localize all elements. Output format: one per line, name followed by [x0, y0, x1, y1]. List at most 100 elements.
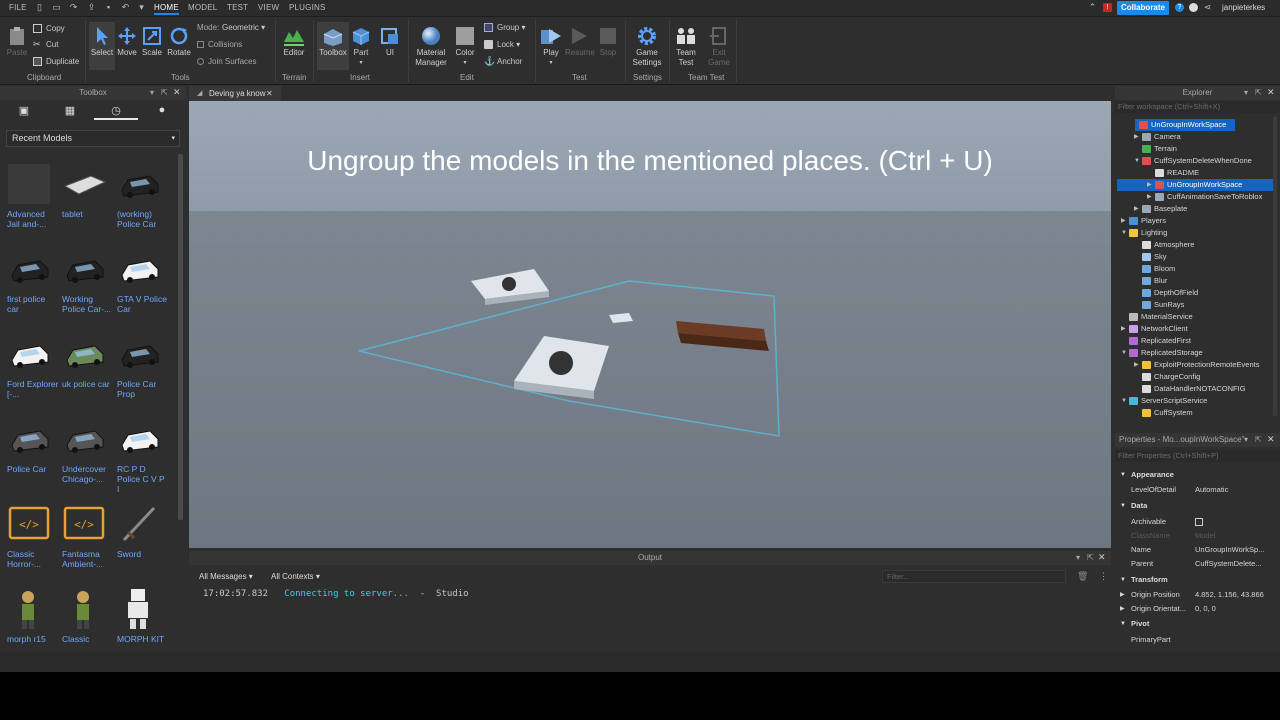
explorer-tree-row[interactable]: ▼ ServerScriptService: [1117, 395, 1273, 407]
toolbox-item-label[interactable]: Fantasma Ambient-...: [62, 549, 114, 569]
explorer-tree-row[interactable]: ▶ UnGroupInWorkSpace: [1117, 179, 1273, 191]
tab-marketplace[interactable]: ▣: [2, 104, 46, 120]
prop-origin-orientation[interactable]: ▶ Origin Orientat... 0, 0, 0: [1115, 602, 1280, 616]
part-button[interactable]: Part ▾: [350, 26, 372, 68]
toolbox-item[interactable]: Advanced Jail and-...: [0, 162, 54, 246]
panel-menu-icon[interactable]: ▾: [1244, 435, 1248, 444]
redo-history-icon[interactable]: ↷: [69, 3, 78, 12]
terrain-editor-button[interactable]: Editor: [280, 26, 308, 58]
toolbox-item-label[interactable]: first police car: [7, 294, 59, 314]
tab-creations[interactable]: ●: [140, 104, 184, 120]
explorer-tree-row[interactable]: Sky: [1117, 251, 1273, 263]
explorer-tree-row[interactable]: ▼ ReplicatedStorage: [1117, 347, 1273, 359]
document-tab[interactable]: ◢ Deving ya know ✕: [189, 86, 281, 101]
toolbox-item[interactable]: </> Classic Horror-...: [0, 502, 54, 586]
explorer-tree-row[interactable]: Blur: [1117, 275, 1273, 287]
toolbox-item-label[interactable]: Classic Horror-...: [7, 549, 59, 569]
toolbox-item-label[interactable]: Undercover Chicago-...: [62, 464, 114, 484]
group-button[interactable]: Group ▾: [484, 22, 525, 34]
explorer-scrollbar[interactable]: [1273, 116, 1277, 416]
undock-icon[interactable]: ⇱: [161, 88, 168, 97]
toolbox-item-label[interactable]: MORPH KIT: [117, 634, 169, 644]
explorer-tree-row[interactable]: DepthOfField: [1117, 287, 1273, 299]
collisions-toggle[interactable]: Collisions: [197, 39, 242, 51]
panel-menu-icon[interactable]: ▾: [150, 88, 154, 97]
color-button[interactable]: Color ▾: [453, 26, 477, 68]
collapse-ribbon-icon[interactable]: ⌃: [1088, 3, 1097, 12]
prop-level-of-detail[interactable]: LevelOfDetail Automatic: [1115, 483, 1280, 497]
toolbox-item-label[interactable]: Sword: [117, 549, 169, 559]
toolbox-item-label[interactable]: Ford Explorer [-...: [7, 379, 59, 399]
chevron-right-icon[interactable]: ▶: [1134, 359, 1142, 371]
tab-recent[interactable]: ◷: [94, 104, 138, 120]
explorer-tree-row[interactable]: Terrain: [1117, 143, 1273, 155]
toolbox-item[interactable]: Ford Explorer [-...: [0, 332, 59, 416]
explorer-tree-row[interactable]: Bloom: [1117, 263, 1273, 275]
section-transform[interactable]: ▼ Transform: [1115, 573, 1280, 587]
move-tool-button[interactable]: Move: [116, 26, 138, 58]
toolbox-item[interactable]: GTA V Police Car: [110, 247, 167, 331]
game-settings-button[interactable]: Game Settings: [630, 26, 664, 68]
sync-icon[interactable]: [1189, 3, 1198, 12]
undock-icon[interactable]: ⇱: [1087, 553, 1094, 562]
copy-button[interactable]: Copy: [33, 23, 65, 35]
explorer-tree-row[interactable]: CuffSystem: [1117, 407, 1273, 419]
close-icon[interactable]: ✕: [173, 87, 181, 98]
more-options-icon[interactable]: ⋮: [1099, 571, 1108, 582]
prop-name-field[interactable]: Name UnGroupInWorkSp...: [1115, 543, 1280, 557]
prop-primary-part[interactable]: PrimaryPart: [1115, 633, 1280, 647]
username-label[interactable]: janpieterkes: [1222, 3, 1265, 12]
select-tool-button[interactable]: Select: [89, 22, 115, 70]
toolbox-item-label[interactable]: RC P D Police C V P I: [117, 464, 169, 494]
stop-button[interactable]: Stop: [596, 26, 620, 58]
explorer-tree-row[interactable]: ▼ CuffSystemDeleteWhenDone: [1117, 155, 1273, 167]
collaborate-button[interactable]: Collaborate: [1117, 1, 1169, 15]
help-icon[interactable]: ?: [1175, 3, 1184, 12]
save-icon[interactable]: ▪: [104, 3, 113, 12]
prop-archivable[interactable]: Archivable: [1115, 515, 1280, 529]
toolbox-item[interactable]: Working Police Car-...: [55, 247, 111, 331]
close-icon[interactable]: ✕: [1098, 552, 1106, 563]
toolbox-item[interactable]: RC P D Police C V P I: [110, 417, 165, 501]
chevron-right-icon[interactable]: ▶: [1147, 191, 1155, 203]
chevron-down-icon[interactable]: ▼: [1121, 395, 1129, 407]
team-test-button[interactable]: Team Test: [673, 26, 699, 68]
undock-icon[interactable]: ⇱: [1255, 435, 1262, 444]
chevron-right-icon[interactable]: ▶: [1120, 588, 1125, 602]
toolbox-item-label[interactable]: Police Car: [7, 464, 59, 474]
toolbox-item[interactable]: </> Fantasma Ambient-...: [55, 502, 109, 586]
context-filter-dropdown[interactable]: All Contexts ▾: [261, 570, 320, 583]
toolbox-item[interactable]: Police Car: [0, 417, 54, 501]
explorer-tree-row[interactable]: ChargeConfig: [1117, 371, 1273, 383]
clear-output-icon[interactable]: 🗑: [1077, 571, 1088, 582]
explorer-tree-row[interactable]: ▶ Baseplate: [1117, 203, 1273, 215]
tab-test[interactable]: TEST: [227, 3, 248, 12]
toolbox-item[interactable]: tablet: [55, 162, 109, 246]
chevron-right-icon[interactable]: ▶: [1147, 179, 1155, 191]
prop-origin-position[interactable]: ▶ Origin Position 4.852, 1.156, 43.866: [1115, 588, 1280, 602]
panel-menu-icon[interactable]: ▾: [1244, 88, 1248, 97]
3d-viewport[interactable]: Ungroup the models in the mentioned plac…: [189, 101, 1111, 548]
explorer-tree-row[interactable]: ▶ CuffAnimationSaveToRoblox: [1117, 191, 1273, 203]
notification-icon[interactable]: !: [1103, 3, 1112, 12]
chevron-right-icon[interactable]: ▶: [1120, 602, 1125, 616]
tab-model[interactable]: MODEL: [188, 3, 217, 12]
toolbox-item-label[interactable]: Working Police Car-...: [62, 294, 114, 314]
share-icon[interactable]: ⋖: [1203, 3, 1212, 12]
new-file-icon[interactable]: ▯: [35, 3, 44, 12]
duplicate-button[interactable]: Duplicate: [33, 56, 79, 68]
toolbox-item-label[interactable]: uk police car: [62, 379, 114, 389]
join-surfaces-toggle[interactable]: Join Surfaces: [197, 56, 256, 68]
explorer-tree-row[interactable]: DataHandlerNOTACONFIG: [1117, 383, 1273, 395]
ui-button[interactable]: UI: [380, 26, 400, 58]
explorer-tree-row[interactable]: README: [1117, 167, 1273, 179]
category-dropdown[interactable]: Recent Models ▾: [6, 130, 180, 147]
section-data[interactable]: ▼ Data: [1115, 499, 1280, 513]
toolbox-item[interactable]: Sword: [110, 502, 164, 586]
explorer-tree-row[interactable]: ▶ ExploitProtectionRemoteEvents: [1117, 359, 1273, 371]
toolbox-item-label[interactable]: Classic: [62, 634, 114, 644]
toolbox-item[interactable]: Police Car Prop: [110, 332, 164, 416]
chevron-down-icon[interactable]: ▼: [1134, 155, 1142, 167]
mode-select[interactable]: Geometric ▾: [222, 22, 265, 34]
close-icon[interactable]: ✕: [1267, 434, 1275, 445]
